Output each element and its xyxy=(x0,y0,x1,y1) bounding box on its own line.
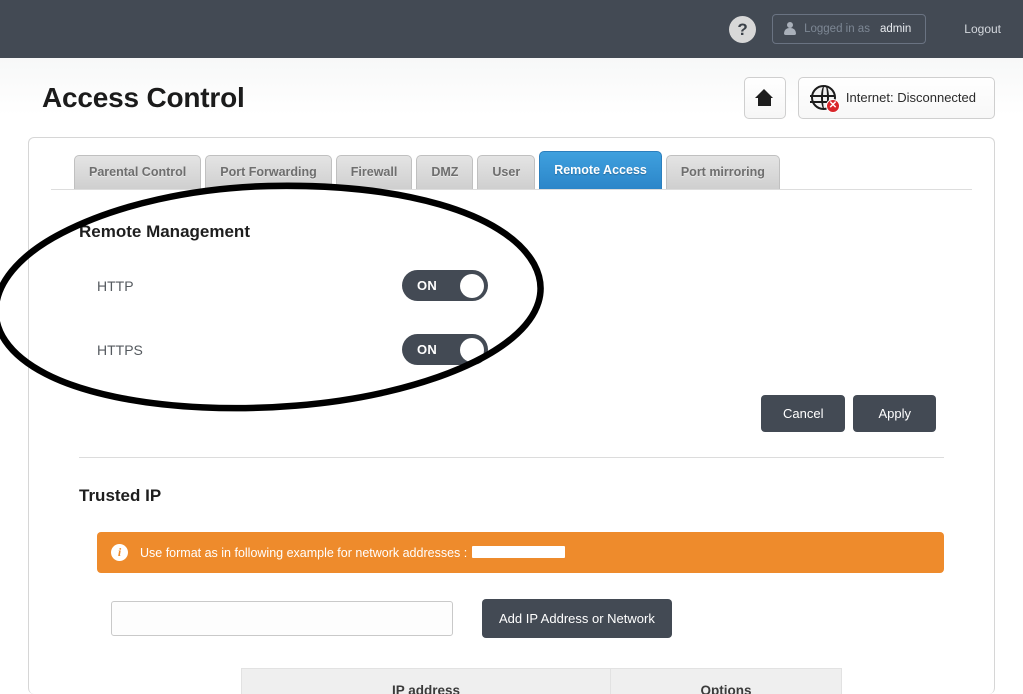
cancel-button[interactable]: Cancel xyxy=(761,395,846,432)
https-toggle-knob xyxy=(460,337,484,362)
format-hint-text: Use format as in following example for n… xyxy=(140,545,566,560)
add-ip-button[interactable]: Add IP Address or Network xyxy=(482,599,672,638)
tab-parental-control[interactable]: Parental Control xyxy=(74,155,202,189)
globe-error-icon: ✕ xyxy=(810,84,840,113)
section-divider xyxy=(79,457,944,458)
tab-user[interactable]: User xyxy=(477,155,536,189)
http-toggle-knob xyxy=(460,273,484,298)
https-toggle[interactable]: ON xyxy=(402,334,488,365)
https-row: HTTPS ON xyxy=(97,334,964,365)
header-actions: ✕ Internet: Disconnected xyxy=(743,76,995,119)
redacted-example-value xyxy=(472,545,566,558)
logout-link[interactable]: Logout xyxy=(964,22,1001,36)
logged-in-pill[interactable]: Logged in as admin xyxy=(772,14,927,44)
logged-in-label: Logged in as xyxy=(804,23,870,35)
internet-status-label: Internet: Disconnected xyxy=(845,90,976,105)
https-label: HTTPS xyxy=(97,341,143,358)
tab-bar: Parental Control Port Forwarding Firewal… xyxy=(51,138,972,190)
tab-dmz[interactable]: DMZ xyxy=(416,155,474,189)
remote-management-title: Remote Management xyxy=(79,222,250,241)
trusted-ip-table: IP address Options xyxy=(241,668,842,694)
username-label: admin xyxy=(879,23,912,35)
tab-port-forwarding[interactable]: Port Forwarding xyxy=(205,155,332,189)
add-ip-form: Add IP Address or Network xyxy=(111,599,964,638)
tab-remote-access[interactable]: Remote Access xyxy=(539,151,662,189)
home-icon xyxy=(755,89,774,106)
http-toggle-state: ON xyxy=(417,278,438,293)
panel-content: Remote Management HTTP ON HTTPS ON Cance… xyxy=(29,222,994,694)
ip-address-input[interactable] xyxy=(111,601,453,636)
http-label: HTTP xyxy=(97,277,134,294)
title-band: Access Control ✕ Internet: Disconnected xyxy=(0,58,1023,137)
error-badge-icon: ✕ xyxy=(825,99,840,113)
main-panel: Parental Control Port Forwarding Firewal… xyxy=(28,137,995,694)
user-icon xyxy=(783,22,796,36)
http-row: HTTP ON xyxy=(97,270,964,301)
home-button[interactable] xyxy=(743,76,786,119)
page-title: Access Control xyxy=(42,81,245,113)
apply-button[interactable]: Apply xyxy=(853,395,936,432)
trusted-ip-section: Trusted IP i Use format as in following … xyxy=(59,486,964,694)
form-actions: Cancel Apply xyxy=(59,395,964,432)
info-icon: i xyxy=(111,544,128,561)
format-hint-alert: i Use format as in following example for… xyxy=(97,532,944,573)
top-bar: ? Logged in as admin Logout xyxy=(0,0,1023,58)
http-toggle[interactable]: ON xyxy=(402,270,488,301)
internet-status-badge[interactable]: ✕ Internet: Disconnected xyxy=(797,76,995,119)
tab-firewall[interactable]: Firewall xyxy=(335,155,413,189)
https-toggle-state: ON xyxy=(417,342,438,357)
help-icon[interactable]: ? xyxy=(729,15,757,43)
tab-port-mirroring[interactable]: Port mirroring xyxy=(665,155,780,189)
trusted-ip-title: Trusted IP xyxy=(79,486,162,505)
